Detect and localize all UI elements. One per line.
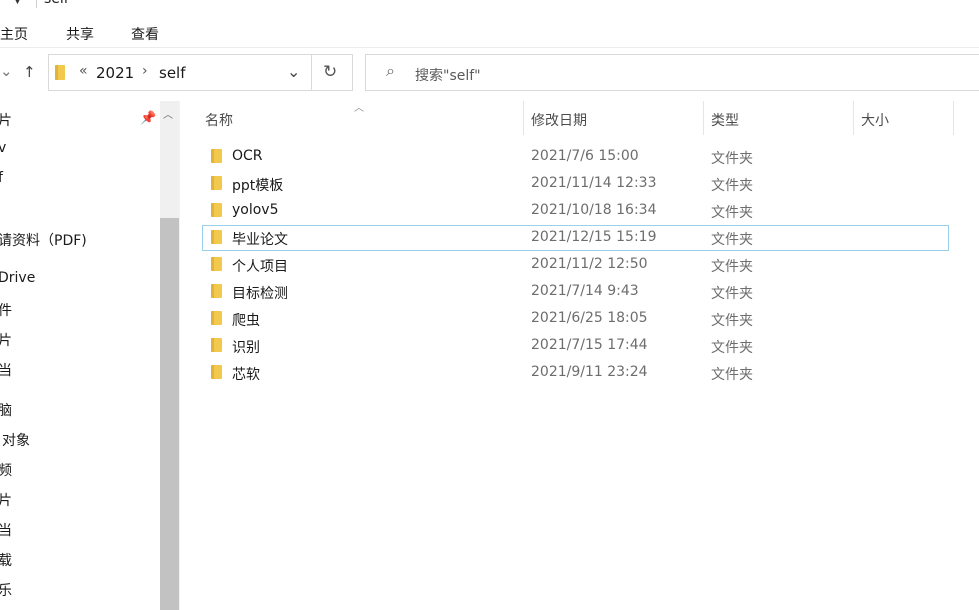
column-divider[interactable] (523, 101, 524, 135)
nav-item-documents-2[interactable]: 当 (0, 520, 12, 540)
file-type: 文件夹 (711, 367, 753, 383)
breadcrumb-self[interactable]: self (159, 64, 186, 82)
navigation-pane: 📌 (0, 101, 160, 610)
file-name: 目标检测 (232, 286, 288, 302)
file-date: 2021/7/14 9:43 (531, 283, 639, 299)
file-type: 文件夹 (711, 151, 753, 167)
folder-icon (211, 338, 222, 352)
folder-icon (211, 365, 222, 379)
file-name: 芯软 (232, 367, 260, 383)
nav-item-pictures-3[interactable]: 片 (0, 490, 12, 510)
file-date: 2021/12/15 15:19 (531, 229, 657, 245)
tab-home[interactable]: 主页 (0, 24, 28, 44)
folder-icon (211, 149, 222, 163)
window-title: self (44, 0, 69, 7)
file-type: 文件夹 (711, 178, 753, 194)
tab-share[interactable]: 共享 (66, 24, 94, 44)
refresh-button[interactable]: ↻ (312, 54, 353, 91)
nav-item-pictures-2[interactable]: 片 (0, 330, 12, 350)
nav-item-files[interactable]: 件 (0, 300, 12, 320)
folder-icon (211, 203, 222, 217)
nav-item-pictures[interactable]: 片 (0, 110, 12, 130)
folder-icon (55, 65, 65, 80)
up-arrow-icon[interactable]: ↑ (23, 63, 36, 81)
file-name: 个人项目 (232, 259, 288, 275)
file-name: ppt模板 (232, 178, 284, 194)
file-type: 文件夹 (711, 232, 753, 248)
file-name: 识别 (232, 340, 260, 356)
breadcrumb-overflow[interactable]: « (79, 63, 88, 79)
nav-item-onedrive[interactable]: Drive (0, 270, 35, 286)
nav-item-videos[interactable]: 频 (0, 460, 12, 480)
folder-icon (211, 257, 222, 271)
nav-item-downloads[interactable]: 载 (0, 550, 12, 570)
refresh-icon: ↻ (323, 62, 338, 82)
file-row[interactable]: 个人项目 2021/11/2 12:50 文件夹 (202, 252, 949, 278)
file-date: 2021/9/11 23:24 (531, 364, 648, 380)
nav-item-pdf[interactable]: 请资料（PDF) (0, 230, 87, 250)
title-separator (36, 0, 37, 8)
address-dropdown-chevron-icon[interactable]: ⌄ (287, 62, 300, 81)
folder-icon (211, 284, 222, 298)
folder-icon (211, 176, 222, 190)
search-placeholder[interactable]: 搜索"self" (415, 65, 481, 85)
file-date: 2021/11/2 12:50 (531, 256, 648, 272)
pane-divider[interactable] (179, 101, 180, 610)
nav-item-documents[interactable]: 当 (0, 360, 12, 380)
scroll-up-icon[interactable]: ︿ (163, 106, 173, 121)
search-box[interactable]: ⌕ 搜索"self" (365, 54, 979, 91)
file-date: 2021/11/14 12:33 (531, 175, 657, 191)
file-row-selected[interactable]: 毕业论文 2021/12/15 15:19 文件夹 (202, 225, 949, 251)
file-name: yolov5 (232, 202, 279, 218)
folder-icon (211, 230, 222, 244)
quick-access-chevron-icon[interactable]: ▼ (14, 0, 21, 6)
pin-icon[interactable]: 📌 (140, 111, 156, 126)
nav-item-music[interactable]: 乐 (0, 580, 12, 600)
file-date: 2021/7/15 17:44 (531, 337, 648, 353)
title-bar: ▼ self (0, 0, 979, 10)
file-type: 文件夹 (711, 259, 753, 275)
file-date: 2021/10/18 16:34 (531, 202, 657, 218)
file-row[interactable]: 爬虫 2021/6/25 18:05 文件夹 (202, 306, 949, 332)
file-row[interactable]: yolov5 2021/10/18 16:34 文件夹 (202, 198, 949, 224)
file-name: OCR (232, 148, 263, 164)
breadcrumb-2021[interactable]: 2021 (96, 64, 134, 82)
file-row[interactable]: 芯软 2021/9/11 23:24 文件夹 (202, 360, 949, 386)
file-row[interactable]: ppt模板 2021/11/14 12:33 文件夹 (202, 171, 949, 197)
recent-locations-chevron-icon[interactable]: ⌄ (0, 62, 13, 80)
sort-ascending-icon: ︿ (354, 103, 364, 114)
file-date: 2021/7/6 15:00 (531, 148, 639, 164)
breadcrumb-arrow-icon[interactable]: › (142, 63, 148, 79)
scroll-thumb[interactable] (160, 218, 179, 610)
nav-item-v[interactable]: v (0, 140, 6, 156)
column-header-date[interactable]: 修改日期 (531, 110, 587, 130)
ribbon-divider (0, 47, 979, 48)
file-name: 爬虫 (232, 313, 260, 329)
file-type: 文件夹 (711, 286, 753, 302)
tab-view[interactable]: 查看 (131, 24, 159, 44)
file-row[interactable]: OCR 2021/7/6 15:00 文件夹 (202, 144, 949, 170)
column-divider[interactable] (853, 101, 854, 135)
nav-item-3d-objects[interactable]: 对象 (2, 430, 30, 450)
nav-item-f[interactable]: f (0, 170, 3, 186)
column-header-size[interactable]: 大小 (861, 110, 889, 130)
folder-icon (211, 311, 222, 325)
column-divider[interactable] (703, 101, 704, 135)
column-divider[interactable] (953, 101, 954, 135)
file-type: 文件夹 (711, 205, 753, 221)
address-bar[interactable]: « 2021 › self ⌄ (48, 54, 312, 91)
file-type: 文件夹 (711, 340, 753, 356)
file-name: 毕业论文 (232, 232, 288, 248)
file-row[interactable]: 识别 2021/7/15 17:44 文件夹 (202, 333, 949, 359)
file-date: 2021/6/25 18:05 (531, 310, 648, 326)
column-header-name[interactable]: 名称 (205, 110, 233, 130)
column-header-type[interactable]: 类型 (711, 110, 739, 130)
search-icon: ⌕ (386, 61, 395, 80)
file-type: 文件夹 (711, 313, 753, 329)
nav-item-this-pc[interactable]: 脑 (0, 400, 12, 420)
file-row[interactable]: 目标检测 2021/7/14 9:43 文件夹 (202, 279, 949, 305)
